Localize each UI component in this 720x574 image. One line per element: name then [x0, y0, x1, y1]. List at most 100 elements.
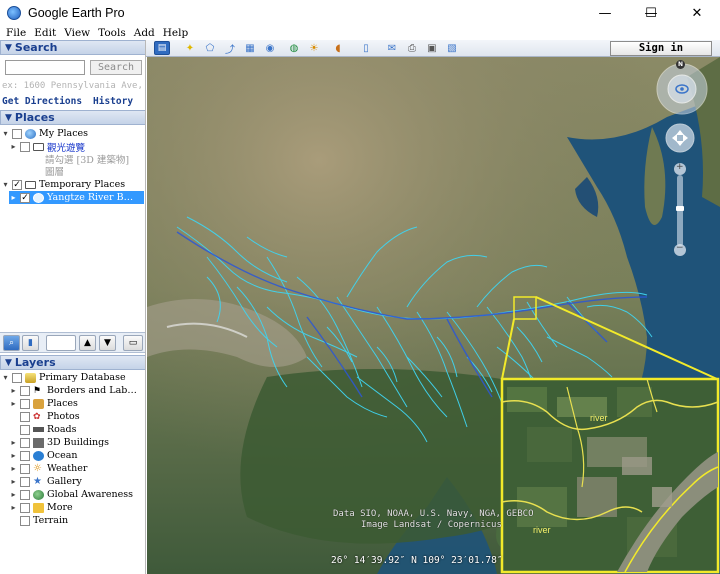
menu-file[interactable]: File	[0, 27, 30, 39]
expand-icon[interactable]: ▸	[9, 399, 18, 408]
move-up-button[interactable]: ▲	[79, 335, 96, 351]
collapse-icon[interactable]: ▾	[1, 180, 10, 189]
layer-more[interactable]: ▸ More	[9, 501, 73, 514]
layer-terrain[interactable]: Terrain	[9, 514, 68, 527]
layer-borders-labels[interactable]: ▸ ⚑ Borders and Lab…	[9, 384, 137, 397]
expand-icon[interactable]: ▸	[9, 490, 18, 499]
menu-edit[interactable]: Edit	[30, 27, 60, 39]
checkbox[interactable]	[20, 385, 30, 396]
tree-yangtze-river-basin[interactable]: ▸ Yangtze River B…	[9, 191, 144, 204]
view-in-maps-button[interactable]: ▧	[444, 41, 460, 55]
move-down-button[interactable]: ▼	[99, 335, 116, 351]
expand-icon[interactable]: ▸	[9, 464, 18, 473]
magnifier-icon: ⌕	[8, 338, 15, 348]
history-link[interactable]: History	[93, 96, 133, 107]
layer-photos[interactable]: ✿ Photos	[9, 410, 80, 423]
historical-imagery-button[interactable]: ◍	[286, 41, 302, 55]
add-polygon-button[interactable]: ⬠	[202, 41, 218, 55]
layer-weather[interactable]: ▸ ☼ Weather	[9, 462, 87, 475]
places-toolbar: ⌕ ▮ ▲ ▼ ▭	[0, 332, 145, 353]
folder-options-button[interactable]: ▭	[123, 335, 143, 351]
layer-label: Photos	[47, 411, 80, 422]
add-path-button[interactable]: ⤴	[222, 41, 238, 56]
tree-my-places[interactable]: ▾ My Places	[1, 127, 88, 140]
sidebar-toggle-button[interactable]: ▤	[154, 41, 170, 55]
layer-primary-database[interactable]: ▾ Primary Database	[1, 371, 125, 384]
sign-in-button[interactable]: Sign in	[610, 41, 712, 56]
layer-places[interactable]: ▸ Places	[9, 397, 77, 410]
add-placemark-button[interactable]: ✦	[182, 41, 198, 55]
checkbox[interactable]	[20, 437, 30, 448]
save-image-button[interactable]: ▣	[424, 41, 440, 55]
google-earth-icon	[7, 6, 21, 20]
printer-icon: ⎙	[408, 42, 416, 54]
checkbox[interactable]	[20, 141, 30, 152]
expand-icon[interactable]: ▸	[9, 193, 18, 202]
tree-temporary-places[interactable]: ▾ Temporary Places	[1, 178, 125, 191]
checkbox[interactable]	[20, 411, 30, 422]
close-control[interactable]: ✕	[674, 0, 720, 26]
checkbox[interactable]	[20, 476, 30, 487]
search-panel-header[interactable]: ▼ Search	[0, 40, 145, 55]
add-image-overlay-button[interactable]: ▦	[242, 41, 258, 55]
panel-toggle-button[interactable]: ▮	[22, 335, 39, 351]
checkbox[interactable]	[12, 128, 22, 139]
search-button[interactable]: Search	[90, 60, 142, 75]
minimize-control[interactable]: —	[582, 0, 628, 26]
coordinates-readout: 26° 14′39.92″ N 109° 23′01.78″	[331, 555, 503, 566]
menu-help[interactable]: Help	[159, 27, 192, 39]
checkbox[interactable]	[12, 372, 22, 383]
record-tour-button[interactable]: ◉	[262, 41, 278, 55]
checkbox[interactable]	[20, 515, 30, 526]
places-panel-header[interactable]: ▼ Places	[0, 110, 145, 125]
expand-icon[interactable]: ▸	[9, 477, 18, 486]
checkbox[interactable]	[20, 398, 30, 409]
earth-map-view[interactable]: N + − Data SIO, NOAA, U.S. Navy, NGA, GE…	[147, 57, 720, 574]
layer-3d-buildings[interactable]: ▸ 3D Buildings	[9, 436, 109, 449]
print-button[interactable]: ⎙	[404, 41, 420, 55]
checkbox[interactable]	[20, 424, 30, 435]
tour-icon: ◉	[265, 42, 275, 54]
menu-tools[interactable]: Tools	[94, 27, 130, 39]
layers-panel-header[interactable]: ▼ Layers	[0, 355, 145, 370]
checkbox[interactable]	[20, 450, 30, 461]
layer-gallery[interactable]: ▸ ★ Gallery	[9, 475, 81, 488]
switch-planet-button[interactable]: ◖	[330, 41, 346, 55]
layer-label: Borders and Lab…	[47, 385, 137, 396]
collapse-icon[interactable]: ▾	[1, 129, 10, 138]
layer-global-awareness[interactable]: ▸ Global Awareness	[9, 488, 133, 501]
get-directions-link[interactable]: Get Directions	[2, 96, 82, 107]
search-places-button[interactable]: ⌕	[3, 335, 20, 351]
sun-icon: ☼	[33, 462, 42, 474]
menu-view[interactable]: View	[60, 27, 94, 39]
collapse-icon[interactable]: ▾	[1, 373, 10, 382]
ruler-button[interactable]: ▯	[358, 41, 374, 55]
places-filter-input[interactable]	[46, 335, 76, 351]
layer-label: More	[47, 502, 73, 513]
expand-icon[interactable]: ▸	[9, 451, 18, 460]
expand-icon[interactable]: ▸	[9, 386, 18, 395]
expand-icon[interactable]: ▸	[9, 503, 18, 512]
menu-add[interactable]: Add	[130, 27, 159, 39]
email-button[interactable]: ✉	[384, 41, 400, 55]
zoom-out-icon[interactable]: −	[676, 243, 684, 253]
layer-ocean[interactable]: ▸ Ocean	[9, 449, 77, 462]
expand-icon[interactable]: ▸	[9, 142, 18, 151]
minimize-icon: —	[598, 5, 612, 21]
checkbox[interactable]	[20, 463, 30, 474]
sunlight-button[interactable]: ☀	[306, 41, 322, 55]
checkbox[interactable]	[20, 502, 30, 513]
checkbox[interactable]	[20, 489, 30, 500]
expand-icon[interactable]: ▸	[9, 438, 18, 447]
checkbox[interactable]	[12, 179, 22, 190]
zoom-in-icon[interactable]: +	[676, 162, 684, 172]
checkbox[interactable]	[20, 192, 30, 203]
arrow-up-icon: ▲	[84, 338, 91, 348]
layer-label: Weather	[47, 463, 88, 474]
maximize-control[interactable]: ☐	[628, 0, 674, 26]
compass-north-label[interactable]: N	[676, 60, 685, 69]
search-input[interactable]	[5, 60, 85, 75]
layer-roads[interactable]: Roads	[9, 423, 77, 436]
satellite-imagery	[147, 57, 720, 574]
inset-zoom-view	[500, 377, 720, 574]
